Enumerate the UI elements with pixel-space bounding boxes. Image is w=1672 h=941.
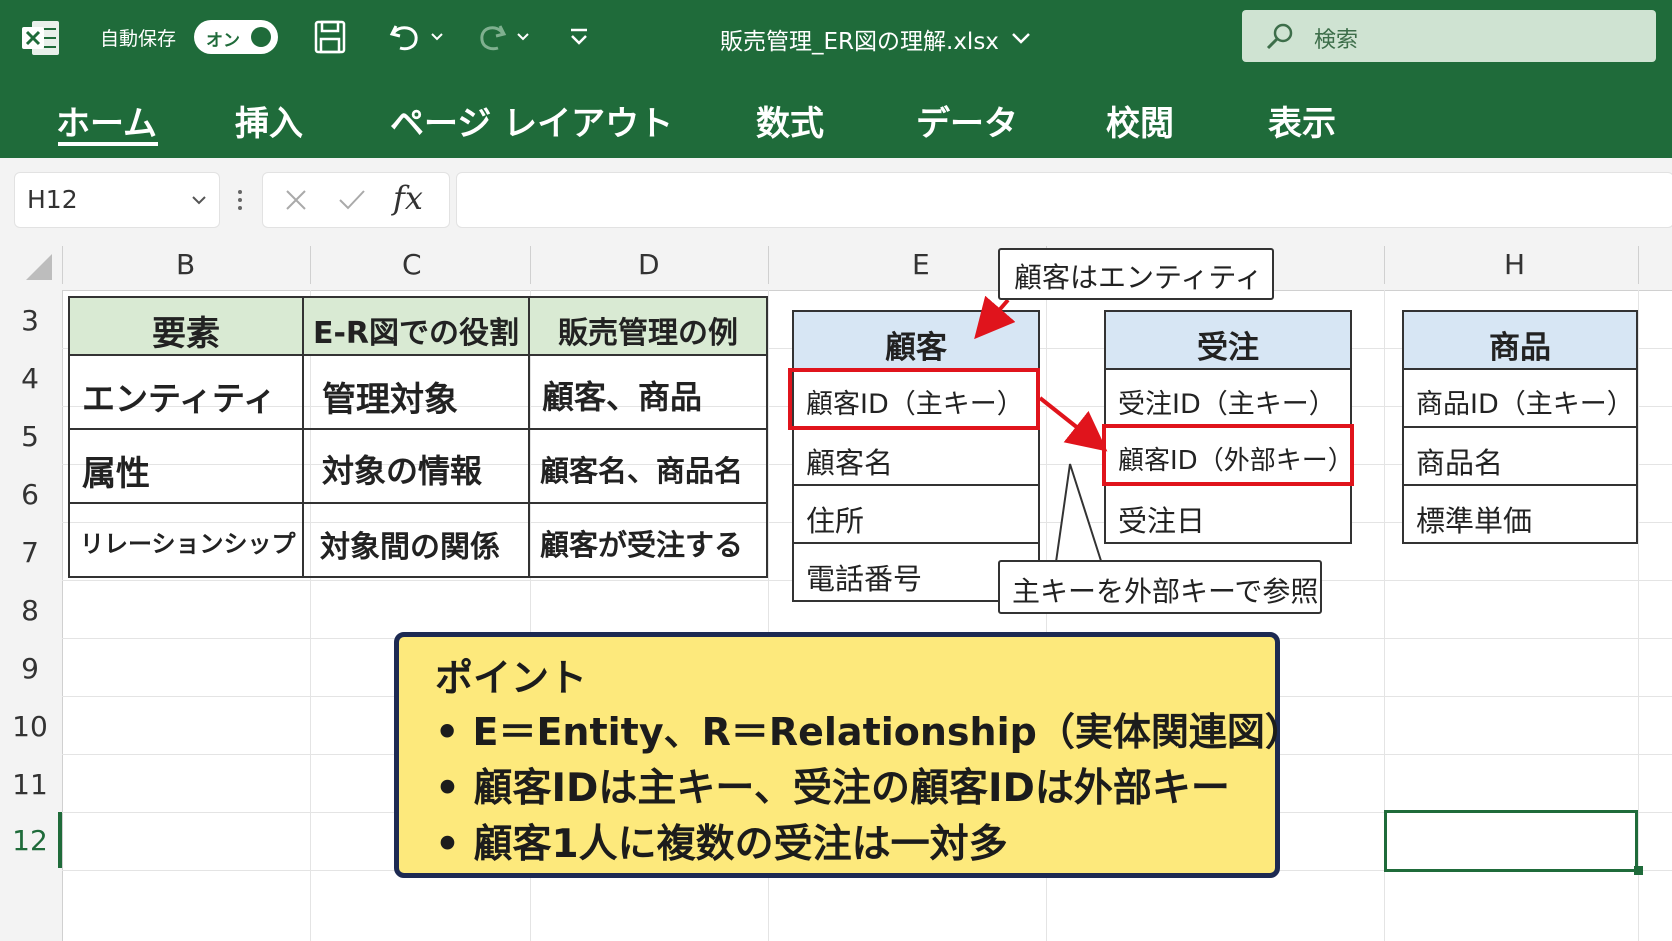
point-note-box: ポイント • E＝Entity、R＝Relationship（実体関連図） • … [394, 632, 1303, 878]
foreign-key-reference-arrow [1038, 396, 1108, 452]
selected-cell-h12[interactable] [1384, 810, 1638, 872]
fk-callout-pointer [1055, 463, 1103, 565]
fill-handle[interactable] [1634, 866, 1643, 875]
entity-callout-arrow [974, 295, 1016, 340]
point-line: • 顧客1人に複数の受注は一対多 [435, 822, 1008, 867]
point-line: • E＝Entity、R＝Relationship（実体関連図） [435, 710, 1303, 754]
point-line: • 顧客IDは主キー、受注の顧客IDは外部キー [435, 766, 1230, 811]
foreign-key-callout: 主キーを外部キーで参照 [998, 560, 1322, 614]
entity-callout: 顧客はエンティティ [998, 248, 1274, 300]
point-title: ポイント [435, 656, 588, 700]
